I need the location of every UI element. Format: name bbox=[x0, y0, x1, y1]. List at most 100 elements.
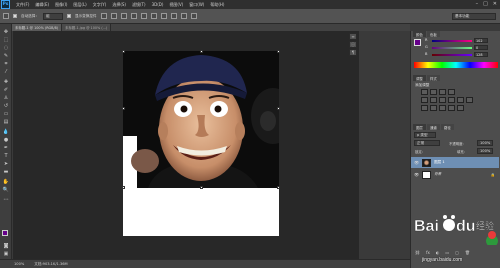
blue-slider[interactable] bbox=[432, 54, 472, 56]
layer-row[interactable]: 👁 背景 🔒 bbox=[411, 169, 499, 180]
menu-window[interactable]: 窗口(W) bbox=[189, 2, 204, 8]
foreground-color-chip[interactable] bbox=[414, 39, 421, 46]
layer-name[interactable]: 背景 bbox=[434, 172, 441, 177]
blend-mode-dropdown[interactable]: 正常 bbox=[414, 140, 440, 146]
green-slider[interactable] bbox=[432, 47, 472, 49]
tab-channels[interactable]: 通道 bbox=[427, 124, 440, 130]
add-mask-icon[interactable]: ◐ bbox=[436, 250, 440, 255]
color-balance-adjust-icon[interactable] bbox=[439, 97, 446, 103]
3d-mode-icon[interactable] bbox=[180, 13, 187, 19]
transform-handle-t[interactable] bbox=[200, 50, 203, 53]
3d-rotate-icon[interactable] bbox=[190, 13, 197, 19]
posterize-adjust-icon[interactable] bbox=[430, 105, 437, 111]
move-tool-icon[interactable]: ✥ bbox=[3, 30, 9, 35]
more-tools-icon[interactable]: ••• bbox=[3, 197, 9, 202]
gradient-tool-icon[interactable]: ▤ bbox=[3, 120, 9, 125]
quick-select-tool-icon[interactable]: ✎ bbox=[3, 54, 9, 59]
layer-row[interactable]: 👁 图层 1 bbox=[411, 157, 499, 168]
transform-handle-b[interactable] bbox=[200, 186, 203, 189]
properties-panel-icon[interactable]: ⓘ bbox=[349, 41, 357, 48]
move-tool-preset-icon[interactable] bbox=[3, 13, 9, 19]
red-value[interactable]: 102 bbox=[474, 38, 488, 43]
align-top-icon[interactable] bbox=[100, 13, 107, 19]
pen-tool-icon[interactable]: ✒ bbox=[3, 146, 9, 151]
tab-swatches[interactable]: 色板 bbox=[427, 31, 440, 37]
blur-tool-icon[interactable]: 💧 bbox=[3, 130, 9, 135]
distribute-icon[interactable] bbox=[160, 13, 167, 19]
menu-image[interactable]: 图像(I) bbox=[55, 2, 67, 8]
layer-style-icon[interactable]: fx bbox=[426, 250, 430, 255]
history-panel-icon[interactable]: ≡ bbox=[349, 33, 357, 40]
menu-3d[interactable]: 3D(D) bbox=[152, 2, 164, 7]
new-layer-icon[interactable]: ▢ bbox=[455, 250, 459, 255]
shape-tool-icon[interactable]: ▬ bbox=[3, 170, 9, 175]
opacity-value[interactable]: 100% bbox=[477, 140, 493, 146]
vibrance-adjust-icon[interactable] bbox=[421, 97, 428, 103]
layer-photo[interactable] bbox=[123, 51, 279, 188]
document-tab-active[interactable]: 未标题-1 @ 100% (RGB/8) bbox=[12, 24, 63, 31]
eyedropper-tool-icon[interactable]: ⁄ bbox=[3, 70, 9, 75]
dodge-tool-icon[interactable]: ● bbox=[3, 138, 9, 143]
photo-filter-adjust-icon[interactable] bbox=[457, 97, 464, 103]
foreground-color-swatch[interactable] bbox=[2, 230, 8, 236]
green-value[interactable]: 0 bbox=[474, 45, 488, 50]
menu-select[interactable]: 选择(S) bbox=[112, 2, 126, 8]
channel-mixer-adjust-icon[interactable] bbox=[466, 97, 473, 103]
hand-tool-icon[interactable]: ✋ bbox=[3, 180, 9, 185]
exposure-adjust-icon[interactable] bbox=[448, 89, 455, 95]
align-center-icon[interactable] bbox=[140, 13, 147, 19]
curves-adjust-icon[interactable] bbox=[439, 89, 446, 95]
minimize-button[interactable]: – bbox=[476, 1, 479, 7]
color-spectrum-bar[interactable] bbox=[414, 62, 498, 68]
healing-brush-tool-icon[interactable]: ✚ bbox=[3, 80, 9, 85]
clone-stamp-tool-icon[interactable]: ♙ bbox=[3, 96, 9, 101]
document-tab[interactable]: 未标题-1.jpg @ 100% (...) bbox=[62, 24, 112, 31]
new-group-icon[interactable]: ▭ bbox=[445, 250, 449, 255]
transform-handle-br[interactable] bbox=[277, 186, 280, 189]
layer-name[interactable]: 图层 1 bbox=[434, 160, 445, 165]
transform-handle-tr[interactable] bbox=[277, 50, 280, 53]
path-select-tool-icon[interactable]: ➤ bbox=[3, 162, 9, 167]
align-bottom-icon[interactable] bbox=[120, 13, 127, 19]
tab-layers[interactable]: 图层 bbox=[413, 124, 426, 130]
zoom-level[interactable]: 100% bbox=[14, 262, 24, 266]
crop-tool-icon[interactable]: ⌗ bbox=[3, 62, 9, 67]
distribute-h-icon[interactable] bbox=[170, 13, 177, 19]
align-middle-icon[interactable] bbox=[110, 13, 117, 19]
brush-panel-icon[interactable]: ¶ bbox=[349, 49, 357, 56]
transform-handle-bl[interactable] bbox=[122, 186, 125, 189]
canvas-background[interactable] bbox=[123, 188, 279, 236]
align-left-icon[interactable] bbox=[130, 13, 137, 19]
menu-help[interactable]: 帮助(H) bbox=[210, 2, 224, 8]
workspace-switcher[interactable]: 基本功能 bbox=[452, 12, 496, 20]
link-layers-icon[interactable]: ⛓ bbox=[415, 250, 420, 255]
auto-select-checkbox[interactable] bbox=[13, 14, 17, 18]
menu-type[interactable]: 文字(Y) bbox=[93, 2, 107, 8]
brush-tool-icon[interactable]: ✐ bbox=[3, 88, 9, 93]
menu-view[interactable]: 视图(V) bbox=[169, 2, 183, 8]
transform-handle-tl[interactable] bbox=[122, 50, 125, 53]
type-tool-icon[interactable]: T bbox=[3, 154, 9, 159]
layer-kind-filter[interactable]: p 类型 bbox=[414, 132, 436, 138]
menu-filter[interactable]: 滤镜(T) bbox=[132, 2, 146, 8]
tab-styles[interactable]: 样式 bbox=[427, 75, 440, 81]
show-transform-checkbox[interactable] bbox=[66, 14, 71, 18]
hue-saturation-adjust-icon[interactable] bbox=[430, 97, 437, 103]
maximize-button[interactable]: □ bbox=[483, 1, 488, 7]
threshold-adjust-icon[interactable] bbox=[439, 105, 446, 111]
levels-adjust-icon[interactable] bbox=[430, 89, 437, 95]
eye-icon[interactable]: 👁 bbox=[414, 160, 419, 165]
history-brush-tool-icon[interactable]: ↺ bbox=[3, 104, 9, 109]
tab-paths[interactable]: 路径 bbox=[441, 124, 454, 130]
transform-handle-r[interactable] bbox=[277, 107, 280, 110]
menu-layer[interactable]: 图层(L) bbox=[73, 2, 86, 8]
tab-color[interactable]: 颜色 bbox=[413, 31, 426, 37]
black-white-adjust-icon[interactable] bbox=[448, 97, 455, 103]
menu-edit[interactable]: 编辑(E) bbox=[35, 2, 49, 8]
invert-adjust-icon[interactable] bbox=[421, 105, 428, 111]
red-slider[interactable] bbox=[432, 40, 472, 42]
blue-value[interactable]: 128 bbox=[474, 52, 488, 57]
transform-handle-l[interactable] bbox=[122, 107, 125, 110]
selective-color-adjust-icon[interactable] bbox=[457, 105, 464, 111]
screen-mode-icon[interactable]: ▣ bbox=[3, 252, 9, 257]
